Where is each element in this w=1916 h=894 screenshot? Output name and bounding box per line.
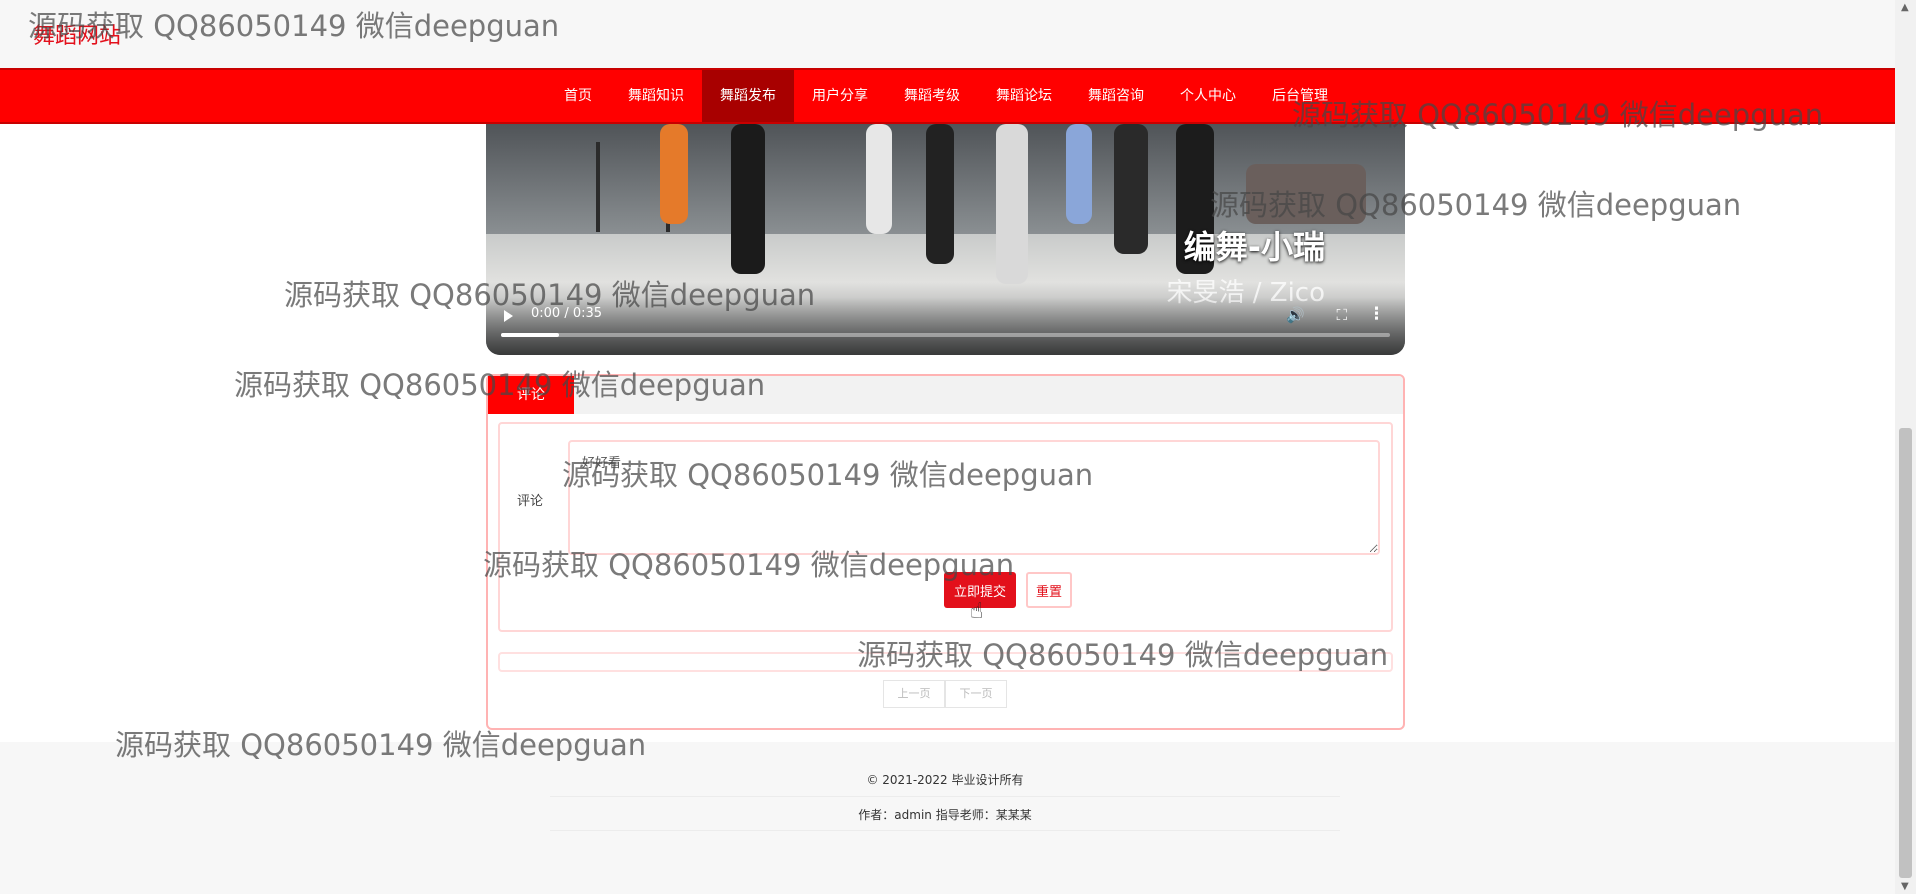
video-time: 0:00 / 0:35: [531, 306, 603, 321]
seated-audience: [1246, 164, 1366, 224]
comment-field-label: 评论: [517, 494, 544, 509]
video-progress-fill: [501, 333, 559, 337]
comment-form: 评论 好好看 立即提交 重置 ☝: [498, 422, 1393, 632]
comment-tab-bar: 评论: [488, 376, 1403, 414]
volume-icon[interactable]: 🔊: [1286, 306, 1305, 324]
nav-item-home[interactable]: 首页: [546, 70, 610, 122]
top-header: 舞蹈网站: [0, 0, 1895, 68]
video-controls: 0:00 / 0:35 🔊 ⛶ ⋮: [486, 297, 1405, 355]
nav-item-dance-consult[interactable]: 舞蹈咨询: [1070, 70, 1162, 122]
nav-item-dance-publish[interactable]: 舞蹈发布: [702, 70, 794, 122]
scroll-down-arrow-icon[interactable]: ▼: [1901, 881, 1909, 892]
next-page-button[interactable]: 下一页: [945, 680, 1007, 708]
ballet-barre: [596, 142, 600, 232]
page-footer: © 2021-2022 毕业设计所有 作者：admin 指导老师：某某某: [0, 742, 1895, 894]
video-progress-bar[interactable]: [501, 333, 1390, 337]
prev-page-button[interactable]: 上一页: [883, 680, 945, 708]
nav-item-user-share[interactable]: 用户分享: [794, 70, 886, 122]
pointer-cursor-icon: ☝: [970, 599, 984, 624]
tab-comment[interactable]: 评论: [488, 376, 574, 414]
dancer-figure: [926, 124, 954, 264]
reset-button[interactable]: 重置: [1026, 572, 1072, 608]
scroll-up-arrow-icon[interactable]: ▲: [1901, 2, 1909, 13]
fullscreen-icon[interactable]: ⛶: [1336, 306, 1347, 324]
dancer-figure: [660, 124, 688, 224]
dancer-figure: [731, 124, 765, 274]
comment-section: 评论 评论 好好看 立即提交 重置 ☝ 上一页 下一页: [486, 374, 1405, 730]
footer-copyright: © 2021-2022 毕业设计所有: [866, 773, 1024, 787]
dancer-figure: [996, 124, 1028, 284]
dance-video-player[interactable]: 编舞-小瑞 宋旻浩 / Zico 0:00 / 0:35 🔊 ⛶ ⋮: [486, 124, 1405, 355]
nav-list: 首页 舞蹈知识 舞蹈发布 用户分享 舞蹈考级 舞蹈论坛 舞蹈咨询 个人中心 后台…: [546, 70, 1346, 122]
dancer-figure: [1114, 124, 1148, 254]
pagination: 上一页 下一页: [883, 680, 1007, 708]
main-navbar: 首页 舞蹈知识 舞蹈发布 用户分享 舞蹈考级 舞蹈论坛 舞蹈咨询 个人中心 后台…: [0, 68, 1895, 124]
video-caption: 编舞-小瑞: [1183, 228, 1325, 266]
footer-author: 作者：admin 指导老师：某某某: [858, 808, 1032, 822]
comment-list: [498, 652, 1393, 672]
dancer-figure: [1066, 124, 1092, 224]
nav-item-dance-grading[interactable]: 舞蹈考级: [886, 70, 978, 122]
nav-item-admin[interactable]: 后台管理: [1254, 70, 1346, 122]
scrollbar-thumb[interactable]: [1899, 428, 1912, 878]
dancer-figure: [866, 124, 892, 234]
nav-item-dance-knowledge[interactable]: 舞蹈知识: [610, 70, 702, 122]
footer-divider: [550, 796, 1340, 797]
site-logo[interactable]: 舞蹈网站: [33, 18, 121, 50]
nav-item-dance-forum[interactable]: 舞蹈论坛: [978, 70, 1070, 122]
nav-item-personal-center[interactable]: 个人中心: [1162, 70, 1254, 122]
page-scrollbar[interactable]: ▲ ▼: [1895, 0, 1916, 894]
footer-divider: [550, 830, 1340, 831]
more-options-icon[interactable]: ⋮: [1368, 304, 1385, 324]
play-icon[interactable]: [504, 310, 513, 322]
comment-textarea[interactable]: 好好看: [568, 440, 1380, 555]
